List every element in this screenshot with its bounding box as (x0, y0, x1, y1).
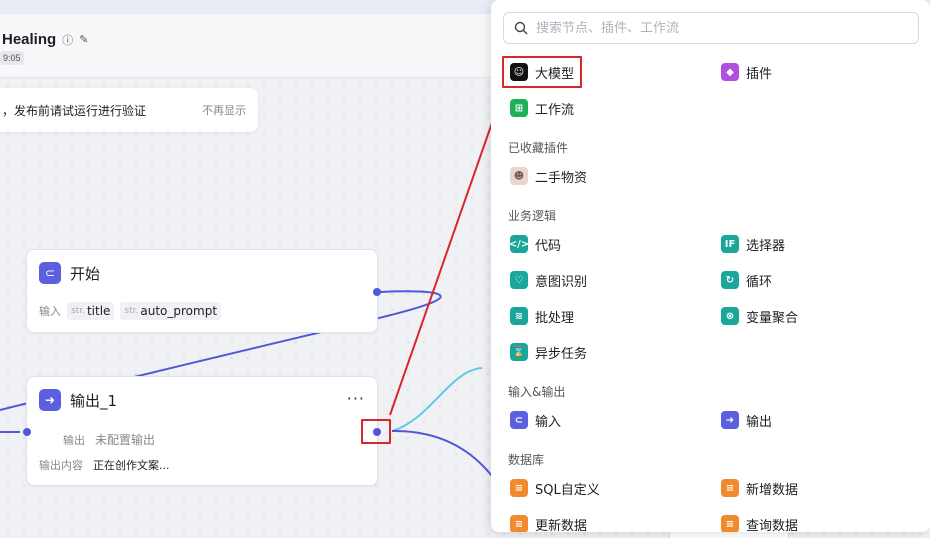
item-label: 变量聚合 (746, 310, 799, 326)
start-icon: ⊂ (39, 262, 61, 284)
input-icon: ⊂ (510, 411, 528, 429)
output-node-title: 输出_1 (70, 391, 118, 410)
output-value: 未配置输出 (95, 433, 156, 447)
param-chip: str. auto_prompt (120, 302, 222, 320)
param-type: str. (124, 306, 139, 316)
item-label: 选择器 (746, 238, 786, 254)
item-label: 更新数据 (535, 518, 588, 533)
input-label: 输入 (39, 305, 61, 318)
plugin-icon: ◆ (721, 63, 739, 81)
dismiss-button[interactable]: 不再显示 (202, 102, 246, 118)
search-box[interactable] (503, 12, 919, 44)
update-data-icon: ≡ (510, 515, 528, 532)
node-item-output[interactable]: ➜ 输出 (721, 408, 772, 432)
loop-icon: ↻ (721, 271, 739, 289)
node-item-condition[interactable]: IF 选择器 (721, 232, 785, 256)
node-item-aggregate[interactable]: ⊗ 变量聚合 (721, 304, 798, 328)
item-label: 新增数据 (746, 482, 799, 498)
app-title: Healing ⓘ ✎ (2, 31, 88, 48)
aggregate-icon: ⊗ (721, 307, 739, 325)
item-label: 输入 (535, 414, 562, 430)
llm-icon: ☺ (510, 63, 528, 81)
item-label: 批处理 (535, 310, 575, 326)
node-item-secondhand[interactable]: ☻ 二手物资 (510, 164, 587, 188)
item-label: 二手物资 (535, 170, 588, 186)
section-database: 数据库 (508, 453, 545, 467)
node-item-sql[interactable]: ≡ SQL自定义 (510, 476, 600, 500)
item-label: 循环 (746, 274, 773, 290)
output-label: 输出 (63, 433, 85, 447)
section-io: 输入&输出 (508, 385, 566, 399)
item-label: 工作流 (535, 102, 575, 118)
node-item-input[interactable]: ⊂ 输入 (510, 408, 561, 432)
content-label: 输出内容 (39, 459, 83, 472)
search-icon (514, 21, 528, 35)
node-item-intent[interactable]: ♡ 意图识别 (510, 268, 587, 292)
content-row: 输出内容 正在创作文案... (39, 457, 170, 473)
output-input-port[interactable] (23, 428, 31, 436)
info-icon[interactable]: ⓘ (62, 32, 73, 48)
add-data-icon: ≡ (721, 479, 739, 497)
output-icon: ➜ (721, 411, 739, 429)
node-item-add-data[interactable]: ≡ 新增数据 (721, 476, 798, 500)
start-output-port[interactable] (373, 288, 381, 296)
workflow-icon: ⊞ (510, 99, 528, 117)
param-chip: str. title (67, 302, 115, 320)
node-item-llm[interactable]: ☺ 大模型 (510, 60, 574, 84)
start-node-header: ⊂ 开始 (39, 262, 100, 284)
output-icon: ➜ (39, 389, 61, 411)
output-node-header: ➜ 输出_1 (39, 389, 117, 411)
app-title-text: Healing (2, 31, 57, 48)
avatar-icon: ☻ (510, 167, 528, 185)
start-node[interactable]: ⊂ 开始 输入 str. title str. auto_prompt (26, 249, 381, 333)
item-label: 大模型 (535, 66, 575, 82)
port-highlight-box (361, 419, 391, 444)
async-task-icon: ⌛ (510, 343, 528, 361)
start-node-params: 输入 str. title str. auto_prompt (39, 302, 222, 320)
item-label: 输出 (746, 414, 773, 430)
condition-icon: IF (721, 235, 739, 253)
node-item-update-data[interactable]: ≡ 更新数据 (510, 512, 587, 532)
output-node[interactable]: ➜ 输出_1 ··· 输出 未配置输出 输出内容 正在创作文案... (23, 376, 381, 486)
param-name: title (86, 304, 111, 318)
param-name: auto_prompt (140, 304, 218, 318)
add-node-panel: ☺ 大模型 ◆ 插件 ⊞ 工作流 已收藏插件 ☻ 二手物资 业务逻辑 </> 代… (491, 0, 930, 532)
node-item-loop[interactable]: ↻ 循环 (721, 268, 772, 292)
param-type: str. (71, 306, 85, 316)
node-item-batch[interactable]: ≋ 批处理 (510, 304, 574, 328)
item-label: 意图识别 (535, 274, 588, 290)
item-label: 代码 (535, 238, 562, 254)
notice-banner: ，发布前请试运行进行验证 不再显示 (0, 88, 258, 132)
output-row: 输出 未配置输出 (63, 431, 155, 448)
item-label: SQL自定义 (535, 482, 600, 498)
node-item-workflow[interactable]: ⊞ 工作流 (510, 96, 574, 120)
node-item-plugin[interactable]: ◆ 插件 (721, 60, 772, 84)
notice-message: ，发布前请试运行进行验证 (2, 103, 147, 118)
sql-icon: ≡ (510, 479, 528, 497)
item-label: 查询数据 (746, 518, 799, 533)
node-item-query-data[interactable]: ≡ 查询数据 (721, 512, 798, 532)
code-icon: </> (509, 235, 529, 253)
more-options-icon[interactable]: ··· (347, 389, 365, 408)
batch-icon: ≋ (510, 307, 528, 325)
item-label: 插件 (746, 66, 773, 82)
node-item-code[interactable]: </> 代码 (509, 232, 562, 256)
edit-icon[interactable]: ✎ (79, 33, 88, 46)
item-label: 异步任务 (535, 346, 588, 362)
node-item-async[interactable]: ⌛ 异步任务 (510, 340, 587, 364)
search-input[interactable] (536, 20, 896, 36)
time-badge: 9:05 (0, 51, 24, 65)
query-data-icon: ≡ (721, 515, 739, 532)
start-node-title: 开始 (70, 264, 101, 283)
content-value: 正在创作文案... (93, 459, 170, 472)
intent-icon: ♡ (510, 271, 528, 289)
section-favorites: 已收藏插件 (508, 141, 569, 155)
section-business-logic: 业务逻辑 (508, 209, 557, 223)
